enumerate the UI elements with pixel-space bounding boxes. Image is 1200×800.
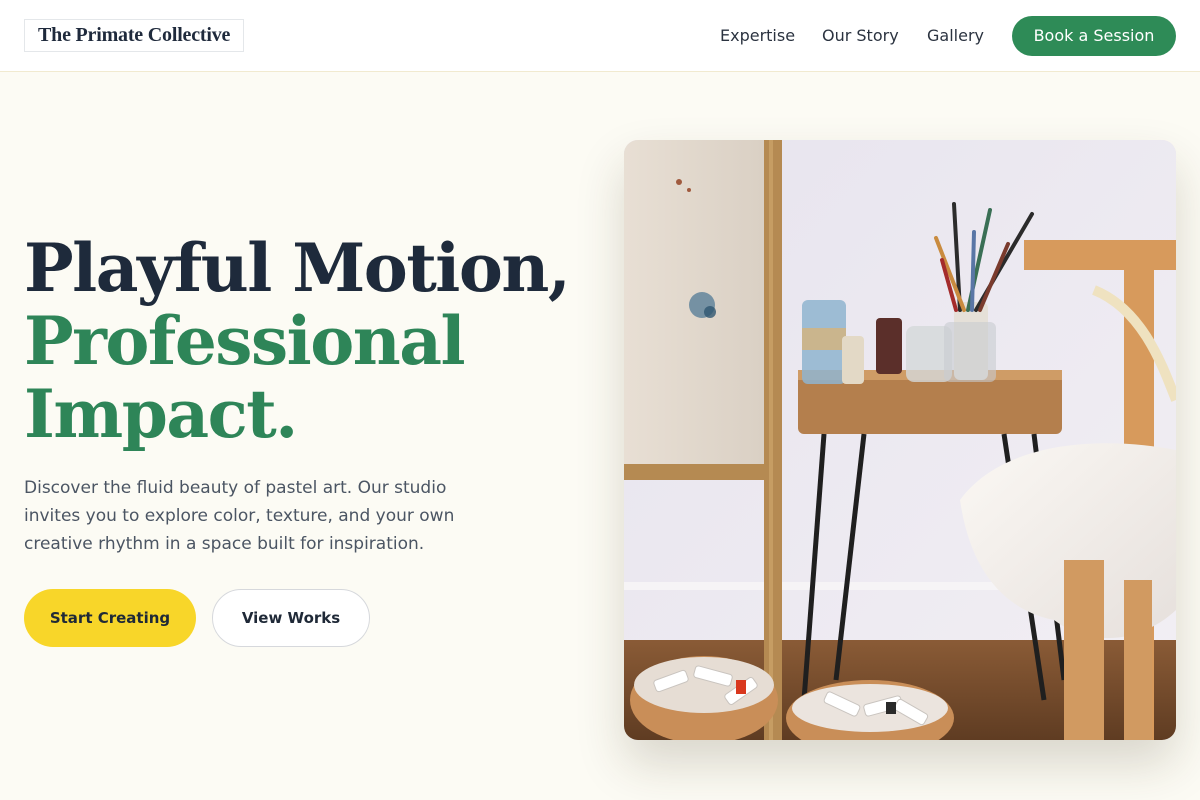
nav-link-expertise[interactable]: Expertise: [720, 26, 795, 46]
headline-line-3: Impact.: [24, 375, 298, 453]
site-header: The Primate Collective Expertise Our Sto…: [0, 0, 1200, 72]
hero-headline: Playful Motion, Professional Impact.: [24, 232, 604, 451]
nav-link-gallery[interactable]: Gallery: [927, 26, 984, 46]
hero-studio-image: [624, 140, 1176, 740]
nav-link-our-story[interactable]: Our Story: [822, 26, 899, 46]
site-logo[interactable]: The Primate Collective: [24, 19, 245, 52]
book-session-button[interactable]: Book a Session: [1012, 16, 1176, 56]
hero-description: Discover the fluid beauty of pastel art.…: [24, 478, 455, 554]
start-creating-button[interactable]: Start Creating: [24, 589, 196, 647]
headline-line-2: Professional: [24, 302, 466, 380]
view-works-button[interactable]: View Works: [212, 589, 370, 647]
headline-line-1: Playful Motion,: [24, 229, 571, 307]
